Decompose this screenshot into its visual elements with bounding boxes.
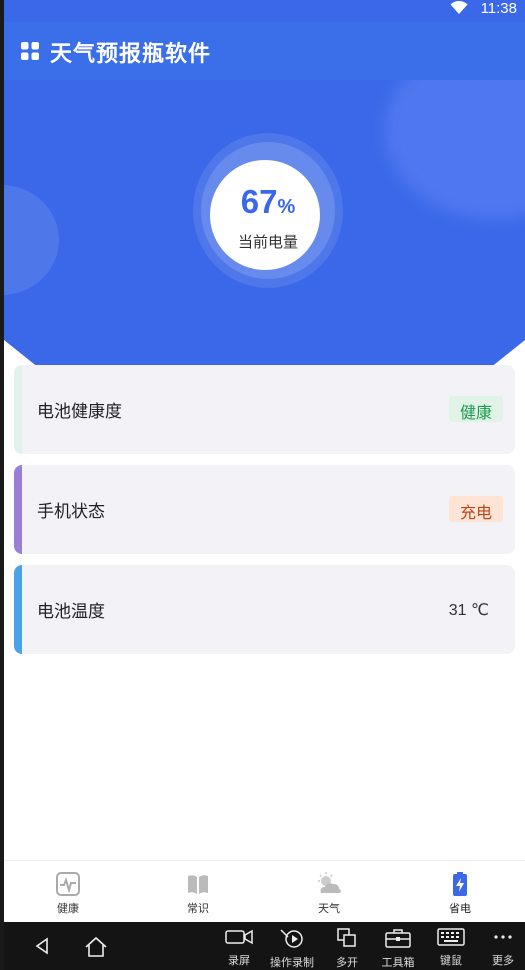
card-accent-bar xyxy=(14,565,22,654)
left-edge-strip xyxy=(0,0,4,970)
back-button[interactable] xyxy=(14,936,70,956)
screen-record-icon xyxy=(225,929,253,945)
tool-label: 录屏 xyxy=(228,955,250,967)
card-title: 电池健康度 xyxy=(37,402,122,421)
keyboard-icon xyxy=(437,928,465,946)
weather-icon xyxy=(318,872,341,893)
nav-label: 常识 xyxy=(187,903,209,915)
grid-menu-icon[interactable] xyxy=(21,42,39,60)
nav-label: 省电 xyxy=(449,903,471,915)
status-badge: 充电 xyxy=(448,496,503,522)
card-title: 手机状态 xyxy=(37,502,105,521)
home-icon xyxy=(85,936,107,957)
tool-label: 工具箱 xyxy=(381,957,415,969)
tool-label: 多开 xyxy=(336,957,358,969)
nav-label: 健康 xyxy=(57,903,79,915)
system-toolbar: 录屏 操作录制 多开 工具箱 键鼠 更多 xyxy=(4,922,525,970)
card-phone-status: 手机状态 充电 xyxy=(14,465,515,554)
nav-item-knowledge[interactable]: 常识 xyxy=(158,871,238,916)
nav-item-weather[interactable]: 天气 xyxy=(289,871,369,916)
toolbox-button[interactable]: 工具箱 xyxy=(370,928,426,970)
toolbox-icon xyxy=(385,929,411,948)
keyboard-mouse-button[interactable]: 键鼠 xyxy=(423,928,479,968)
card-accent-bar xyxy=(14,365,22,454)
nav-label: 天气 xyxy=(318,903,340,915)
more-button[interactable]: 更多 xyxy=(475,928,525,968)
battery-gauge: 67% 当前电量 xyxy=(193,133,343,288)
app-bar: 天气预报瓶软件 xyxy=(4,22,525,80)
battery-percent-unit: % xyxy=(277,196,296,218)
card-accent-bar xyxy=(14,465,22,554)
tool-label: 操作录制 xyxy=(270,957,314,969)
screen-record-button[interactable]: 录屏 xyxy=(211,928,267,968)
heart-monitor-icon xyxy=(56,872,80,896)
card-battery-health: 电池健康度 健康 xyxy=(14,365,515,454)
status-badge: 健康 xyxy=(448,396,503,422)
battery-label: 当前电量 xyxy=(237,234,298,251)
back-triangle-icon xyxy=(35,937,48,955)
decor-blob xyxy=(4,185,59,295)
wifi-icon xyxy=(450,1,468,14)
nav-item-health[interactable]: 健康 xyxy=(28,871,108,916)
card-title: 电池温度 xyxy=(37,602,105,621)
more-icon xyxy=(494,935,512,939)
macro-record-button[interactable]: 操作录制 xyxy=(264,928,320,970)
macro-record-icon xyxy=(280,929,303,948)
status-time: 11:38 xyxy=(480,0,517,17)
status-bar: 11:38 xyxy=(4,0,525,22)
battery-percent-value: 67 xyxy=(240,183,278,220)
book-icon xyxy=(188,875,208,894)
tool-label: 键鼠 xyxy=(440,955,462,967)
home-button[interactable] xyxy=(68,936,124,958)
battery-percent: 67% xyxy=(193,183,343,221)
page-title: 天气预报瓶软件 xyxy=(50,41,212,66)
nav-item-power-saving[interactable]: 省电 xyxy=(420,871,500,916)
multi-open-button[interactable]: 多开 xyxy=(319,928,375,970)
card-battery-temperature: 电池温度 31 ℃ xyxy=(14,565,515,654)
multi-open-icon xyxy=(337,928,356,947)
tool-label: 更多 xyxy=(492,955,514,967)
battery-charge-icon xyxy=(453,872,467,896)
temperature-value: 31 ℃ xyxy=(448,602,489,619)
bottom-navigation: 健康 常识 天气 省电 xyxy=(4,860,525,922)
